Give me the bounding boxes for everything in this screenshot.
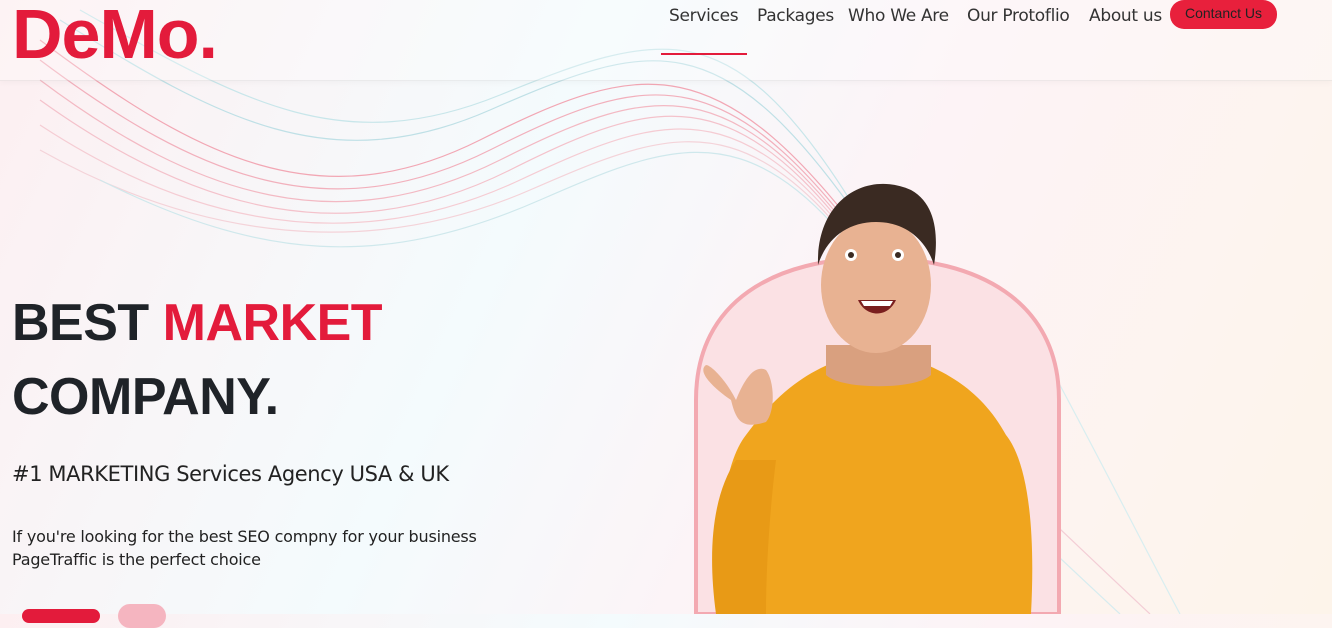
nav-item-portfolio[interactable]: Our Protoflio xyxy=(967,6,1070,26)
play-video-button[interactable] xyxy=(118,604,166,628)
hero-description-line2: PageTraffic is the perfect choice xyxy=(12,550,261,569)
hero-person-image xyxy=(694,183,1061,614)
hero-title-highlight: MARKET xyxy=(162,294,383,352)
hero-title-part1: BEST xyxy=(12,294,149,352)
hero-subtitle: #1 MARKETING Services Agency USA & UK xyxy=(12,462,449,486)
cta-button[interactable] xyxy=(22,609,100,623)
nav-item-services[interactable]: Services xyxy=(669,6,739,26)
hero-title-line2: COMPANY. xyxy=(12,368,279,426)
hero-description: If you're looking for the best SEO compn… xyxy=(12,525,532,571)
hero-title: BEST MARKET COMPANY. xyxy=(12,286,383,434)
site-logo[interactable]: DeMo. xyxy=(12,0,218,74)
hero-description-line1: If you're looking for the best SEO compn… xyxy=(12,527,477,546)
contact-us-button[interactable]: Contanct Us xyxy=(1170,0,1277,29)
site-header: DeMo. Services Packages Who We Are Our P… xyxy=(0,0,1332,81)
nav-item-packages[interactable]: Packages xyxy=(757,6,834,26)
nav-item-about-us[interactable]: About us xyxy=(1089,6,1162,26)
nav-active-underline xyxy=(661,53,747,55)
nav-item-who-we-are[interactable]: Who We Are xyxy=(848,6,949,26)
